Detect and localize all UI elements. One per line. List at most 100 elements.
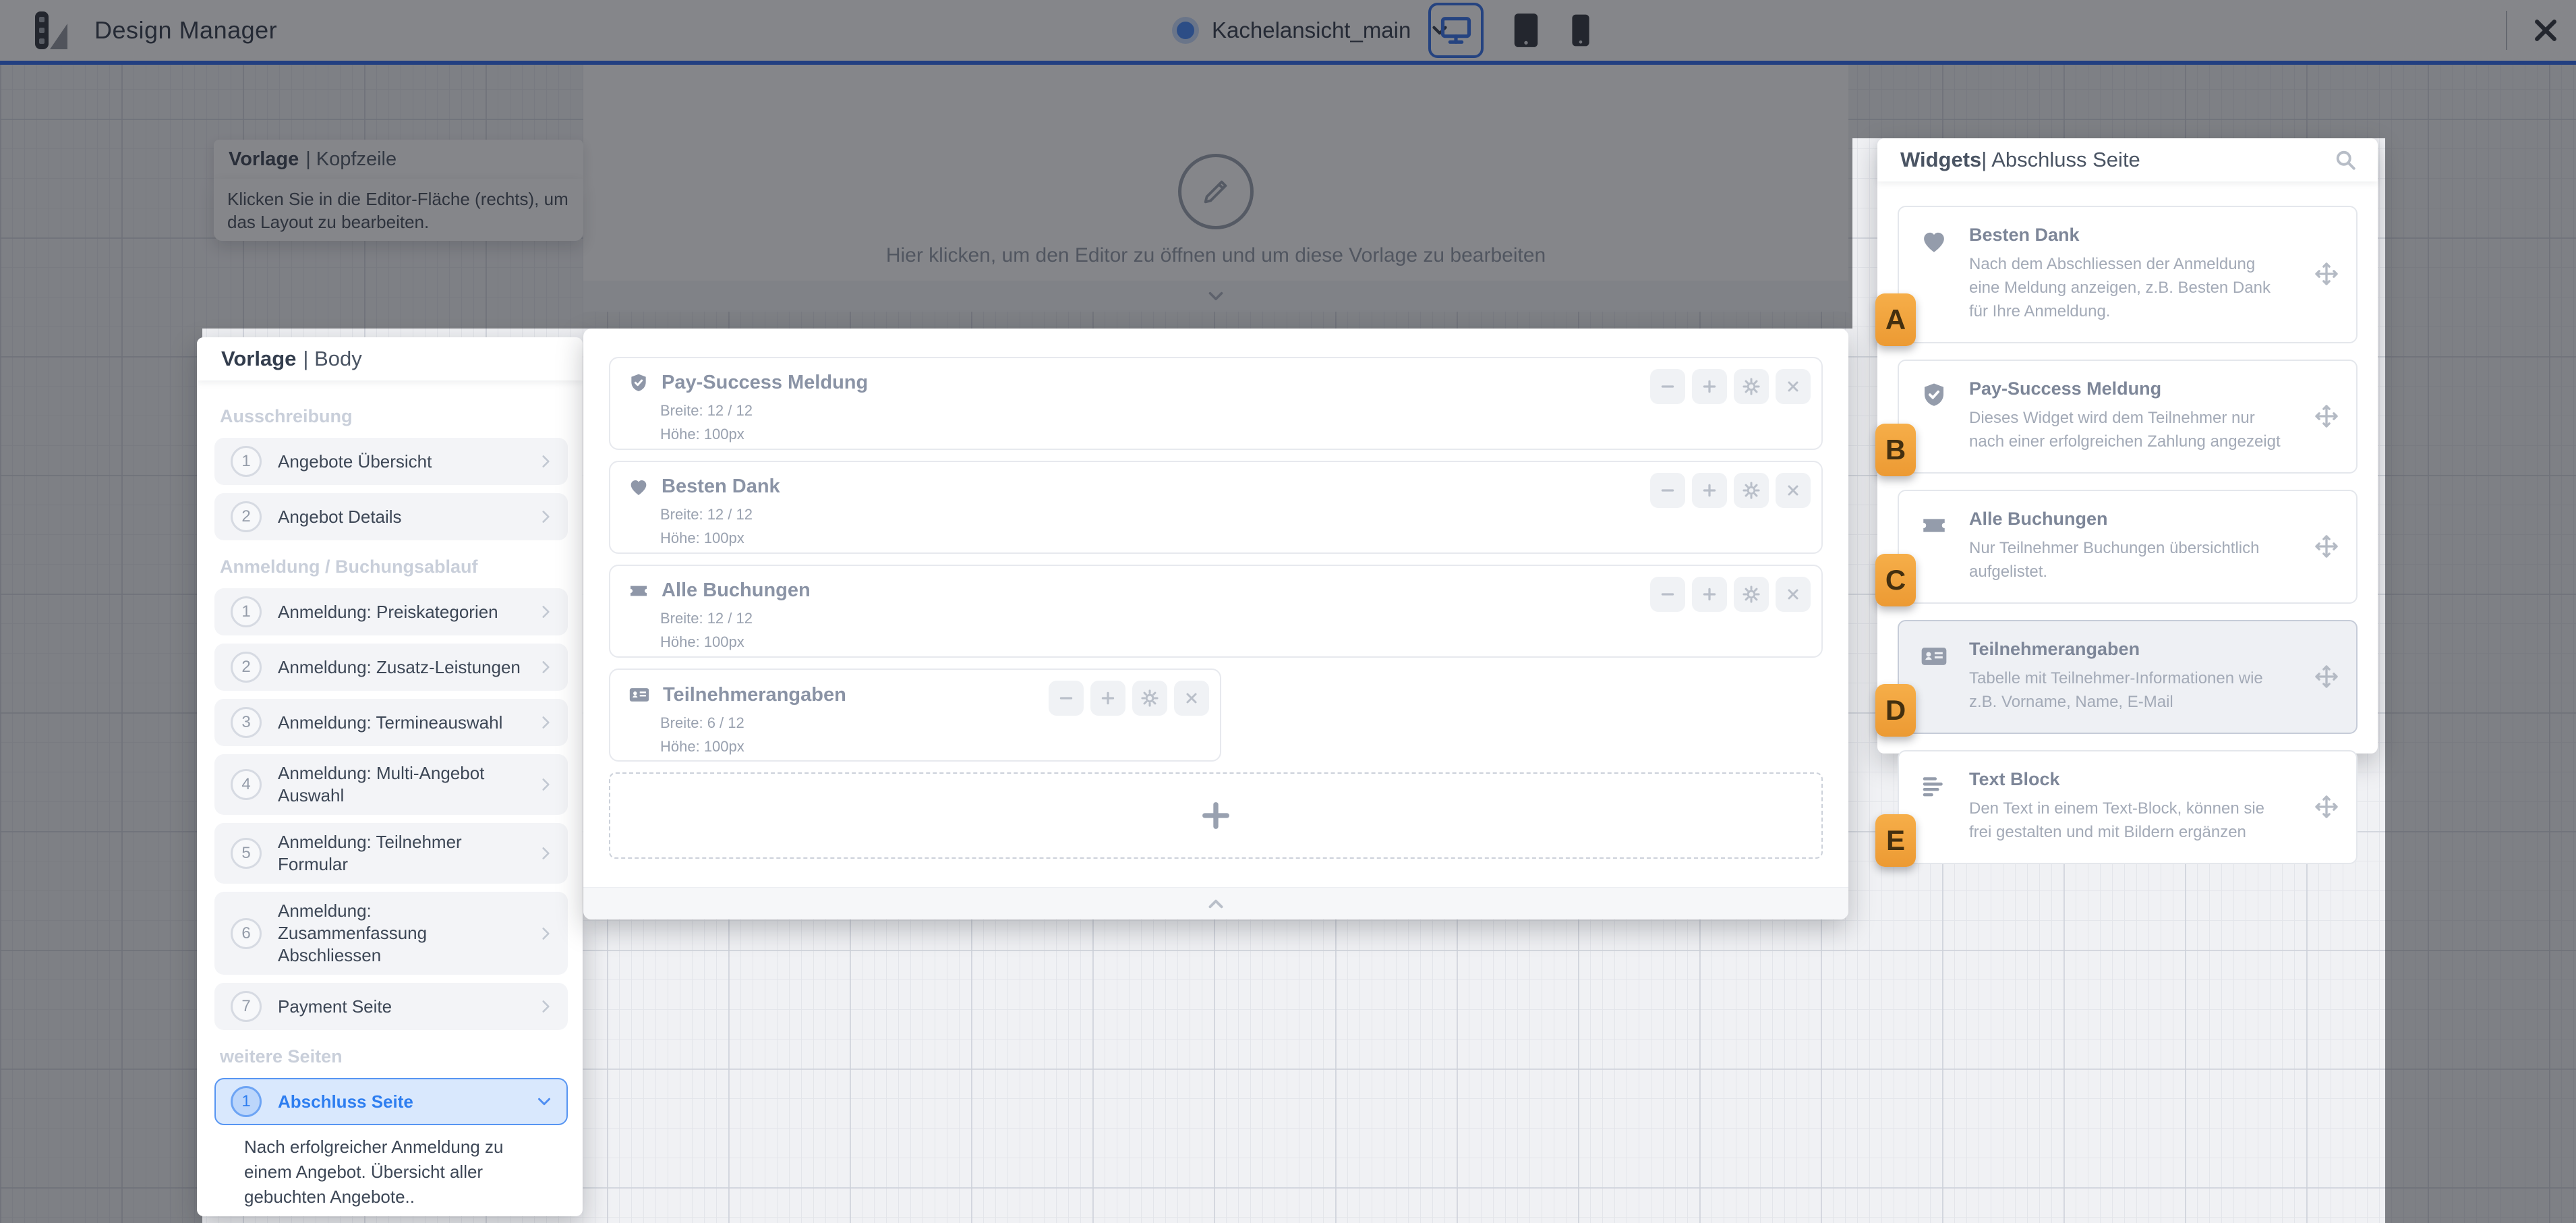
chevron-down-icon bbox=[534, 1091, 554, 1112]
section-label-anmeldung: Anmeldung / Buchungsablauf bbox=[220, 557, 568, 577]
decrease-width-button[interactable] bbox=[1049, 681, 1084, 716]
page-item-angebot-details[interactable]: 2 Angebot Details bbox=[214, 493, 568, 540]
library-widget-title: Teilnehmerangaben bbox=[1969, 639, 2290, 660]
library-widget-description: Nur Teilnehmer Buchungen übersichtlich a… bbox=[1969, 536, 2290, 584]
overlay-dim-topright bbox=[1852, 0, 2576, 138]
increase-width-button[interactable] bbox=[1692, 473, 1727, 508]
minus-icon bbox=[1659, 586, 1676, 603]
remove-widget-button[interactable] bbox=[1776, 577, 1811, 612]
page-item-abschluss-seite-selected[interactable]: 1 Abschluss Seite bbox=[214, 1078, 568, 1125]
page-item-zusatz-leistungen[interactable]: 2 Anmeldung: Zusatz-Leistungen bbox=[214, 644, 568, 691]
shield-check-icon bbox=[1920, 381, 1948, 409]
body-title-rest: | Body bbox=[303, 347, 361, 371]
settings-button[interactable] bbox=[1734, 577, 1769, 612]
item-number-badge: 5 bbox=[231, 838, 262, 869]
widgets-panel-title: Widgets | Abschluss Seite bbox=[1877, 138, 2378, 181]
widgets-list: Besten Dank Nach dem Abschliessen der An… bbox=[1877, 181, 2378, 864]
drag-handle[interactable] bbox=[2297, 403, 2356, 430]
widget-card-title: Besten Dank bbox=[662, 476, 780, 498]
plus-icon bbox=[1099, 689, 1117, 707]
library-widget-title: Text Block bbox=[1969, 769, 2290, 790]
widget-card-title: Teilnehmerangaben bbox=[663, 684, 846, 706]
minus-icon bbox=[1659, 378, 1676, 395]
gear-icon bbox=[1742, 481, 1761, 500]
widget-card-besten-dank[interactable]: Besten Dank Breite: 12 / 12 Höhe: 100px bbox=[609, 461, 1823, 554]
search-icon bbox=[2333, 148, 2358, 172]
drag-handle[interactable] bbox=[2297, 533, 2356, 560]
item-number-badge: 3 bbox=[231, 707, 262, 738]
page-item-termineauswahl[interactable]: 3 Anmeldung: Termineauswahl bbox=[214, 699, 568, 746]
page-item-payment-seite[interactable]: 7 Payment Seite bbox=[214, 983, 568, 1030]
decrease-width-button[interactable] bbox=[1650, 369, 1685, 404]
ticket-icon bbox=[628, 580, 649, 602]
drag-handle[interactable] bbox=[2297, 793, 2356, 820]
gear-icon bbox=[1742, 585, 1761, 604]
settings-button[interactable] bbox=[1132, 681, 1167, 716]
chevron-right-icon bbox=[537, 925, 554, 942]
item-label: Angebote Übersicht bbox=[278, 451, 432, 473]
decrease-width-button[interactable] bbox=[1650, 473, 1685, 508]
library-widget-besten-dank[interactable]: Besten Dank Nach dem Abschliessen der An… bbox=[1898, 206, 2358, 343]
x-icon bbox=[1785, 586, 1801, 602]
decrease-width-button[interactable] bbox=[1650, 577, 1685, 612]
item-number-badge: 4 bbox=[231, 769, 262, 800]
minus-icon bbox=[1057, 689, 1075, 707]
add-widget-dropzone[interactable] bbox=[609, 772, 1823, 859]
editor-collapse-bar[interactable] bbox=[583, 887, 1848, 919]
item-number-badge: 6 bbox=[231, 918, 262, 949]
x-icon bbox=[1785, 482, 1801, 499]
page-item-preiskategorien[interactable]: 1 Anmeldung: Preiskategorien bbox=[214, 588, 568, 635]
drag-handle[interactable] bbox=[2297, 260, 2356, 287]
drag-handle[interactable] bbox=[2297, 663, 2356, 690]
widget-card-pay-success[interactable]: Pay-Success Meldung Breite: 12 / 12 Höhe… bbox=[609, 357, 1823, 450]
search-button[interactable] bbox=[2333, 148, 2358, 172]
plus-icon bbox=[1701, 378, 1718, 395]
library-widget-teilnehmerangaben[interactable]: Teilnehmerangaben Tabelle mit Teilnehmer… bbox=[1898, 620, 2358, 734]
increase-width-button[interactable] bbox=[1090, 681, 1125, 716]
chevron-right-icon bbox=[537, 776, 554, 793]
item-label: Anmeldung: Multi-Angebot Auswahl bbox=[278, 762, 507, 807]
id-card-icon bbox=[1919, 642, 1949, 671]
item-number-badge: 1 bbox=[231, 446, 262, 477]
page-item-angebote-uebersicht[interactable]: 1 Angebote Übersicht bbox=[214, 438, 568, 485]
chevron-right-icon bbox=[537, 453, 554, 470]
item-label: Anmeldung: Zusammenfassung Abschliessen bbox=[278, 900, 521, 967]
remove-widget-button[interactable] bbox=[1174, 681, 1209, 716]
library-widget-alle-buchungen[interactable]: Alle Buchungen Nur Teilnehmer Buchungen … bbox=[1898, 490, 2358, 604]
plus-icon bbox=[1701, 586, 1718, 603]
widget-card-title: Pay-Success Meldung bbox=[662, 372, 868, 394]
library-widget-description: Den Text in einem Text-Block, können sie… bbox=[1969, 797, 2290, 844]
chevron-up-icon bbox=[1204, 892, 1227, 915]
drag-key-badge: B bbox=[1875, 424, 1916, 476]
increase-width-button[interactable] bbox=[1692, 369, 1727, 404]
library-widget-text-block[interactable]: Text Block Den Text in einem Text-Block,… bbox=[1898, 750, 2358, 864]
page-item-multi-angebot[interactable]: 4 Anmeldung: Multi-Angebot Auswahl bbox=[214, 754, 568, 815]
widget-card-teilnehmerangaben[interactable]: Teilnehmerangaben Breite: 6 / 12 Höhe: 1… bbox=[609, 669, 1221, 762]
item-label: Anmeldung: Preiskategorien bbox=[278, 601, 498, 623]
design-manager-app: Design Manager Kachelansicht_main bbox=[0, 0, 2576, 1223]
library-widget-description: Dieses Widget wird dem Teilnehmer nur na… bbox=[1969, 406, 2290, 453]
chevron-right-icon bbox=[537, 714, 554, 731]
widget-card-alle-buchungen[interactable]: Alle Buchungen Breite: 12 / 12 Höhe: 100… bbox=[609, 565, 1823, 658]
widget-card-height: Höhe: 100px bbox=[660, 530, 1804, 547]
settings-button[interactable] bbox=[1734, 473, 1769, 508]
page-item-teilnehmer-formular[interactable]: 5 Anmeldung: Teilnehmer Formular bbox=[214, 823, 568, 884]
page-item-zusammenfassung[interactable]: 6 Anmeldung: Zusammenfassung Abschliesse… bbox=[214, 892, 568, 975]
overlay-dim-top bbox=[0, 0, 1852, 329]
x-icon bbox=[1183, 690, 1200, 706]
increase-width-button[interactable] bbox=[1692, 577, 1727, 612]
chevron-right-icon bbox=[537, 658, 554, 676]
plus-icon bbox=[1198, 798, 1233, 833]
move-arrows-icon bbox=[2313, 260, 2340, 287]
item-number-badge: 1 bbox=[231, 596, 262, 627]
chevron-right-icon bbox=[537, 845, 554, 862]
library-widget-pay-success[interactable]: Pay-Success Meldung Dieses Widget wird d… bbox=[1898, 360, 2358, 474]
remove-widget-button[interactable] bbox=[1776, 473, 1811, 508]
settings-button[interactable] bbox=[1734, 369, 1769, 404]
x-icon bbox=[1785, 378, 1801, 395]
gear-icon bbox=[1742, 377, 1761, 396]
remove-widget-button[interactable] bbox=[1776, 369, 1811, 404]
item-label: Abschluss Seite bbox=[278, 1091, 413, 1113]
section-label-weitere-seiten: weitere Seiten bbox=[220, 1046, 568, 1067]
overlay-dim-left bbox=[0, 329, 202, 1223]
